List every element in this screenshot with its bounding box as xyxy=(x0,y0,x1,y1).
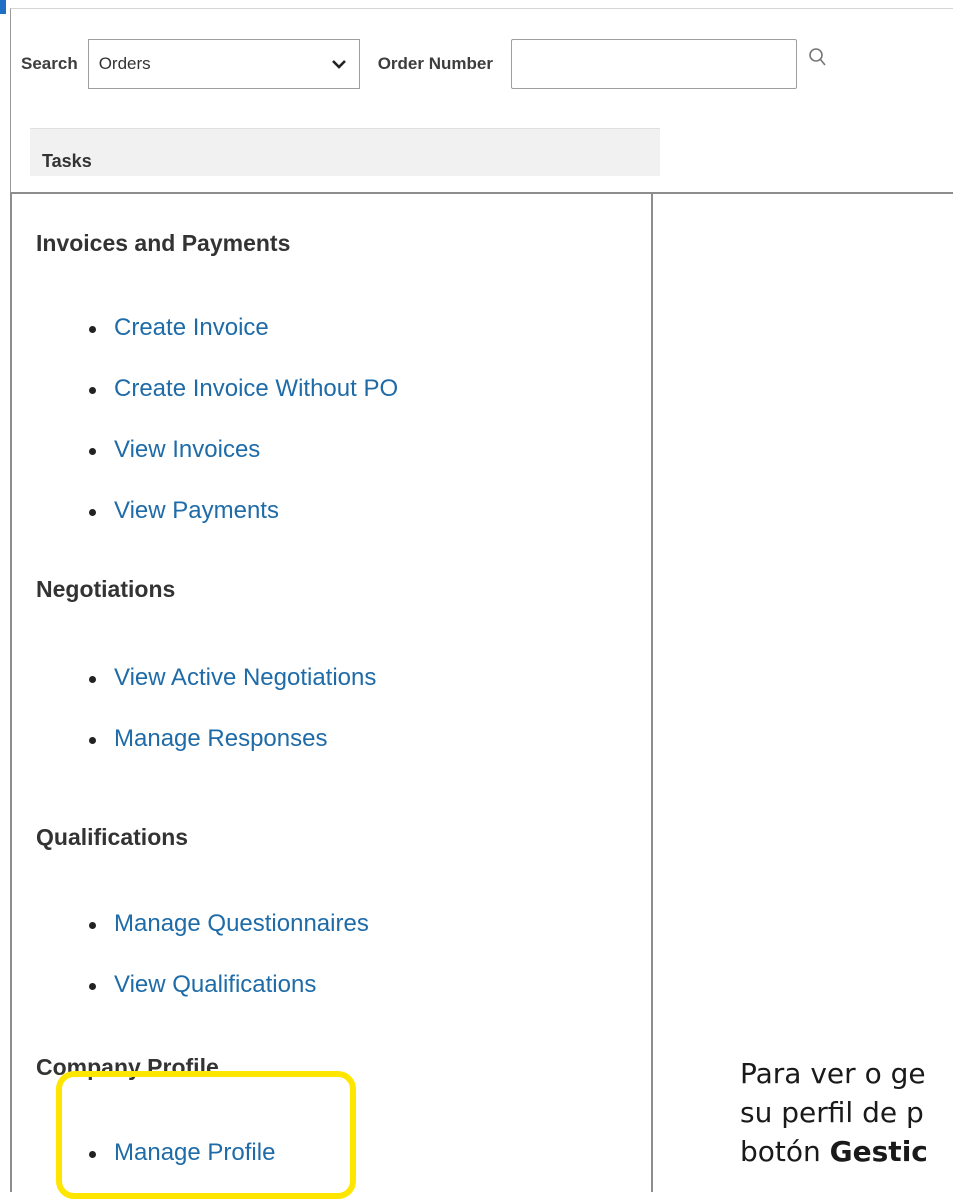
corner-accent xyxy=(0,0,6,14)
link-create-invoice[interactable]: Create Invoice xyxy=(89,314,269,342)
search-bar: Search Orders Order Number xyxy=(21,38,831,90)
bullet xyxy=(89,921,96,929)
link-manage-responses[interactable]: Manage Responses xyxy=(89,725,327,753)
order-number-input[interactable] xyxy=(510,39,797,89)
tasks-tab-label: Tasks xyxy=(42,151,92,171)
link-label: View Qualifications xyxy=(114,971,317,998)
caption-line-2: su perfil de p xyxy=(740,1096,924,1129)
bullet xyxy=(89,386,96,394)
tasks-tab[interactable]: Tasks xyxy=(30,128,660,176)
caption-text: Para ver o ge su perfil de p botón Gesti… xyxy=(740,1054,953,1171)
panel-border-right xyxy=(651,194,653,1192)
section-qualifications: Qualifications xyxy=(36,824,189,850)
caption-line-3: botón Gestic xyxy=(740,1132,953,1171)
section-negotiations: Negotiations xyxy=(36,576,176,602)
caption-line-3-bold: Gestic xyxy=(829,1135,928,1168)
link-label: View Active Negotiations xyxy=(114,664,377,691)
link-view-payments[interactable]: View Payments xyxy=(89,497,279,525)
bullet xyxy=(89,982,96,990)
caption-line-3-prefix: botón xyxy=(740,1135,830,1168)
highlight-box xyxy=(56,1071,356,1199)
link-label: Create Invoice Without PO xyxy=(114,375,399,402)
link-manage-questionnaires[interactable]: Manage Questionnaires xyxy=(89,910,369,938)
caption-line-1: Para ver o ge xyxy=(740,1057,926,1090)
panel-divider xyxy=(10,192,953,194)
link-view-active-negotiations[interactable]: View Active Negotiations xyxy=(89,664,376,692)
link-label: Manage Questionnaires xyxy=(114,910,369,937)
section-invoices-and-payments: Invoices and Payments xyxy=(36,230,291,256)
link-label: View Payments xyxy=(114,497,279,524)
link-label: View Invoices xyxy=(114,436,261,463)
link-create-invoice-without-po[interactable]: Create Invoice Without PO xyxy=(89,375,398,403)
bullet xyxy=(89,508,96,516)
chevron-down-icon xyxy=(331,60,346,69)
search-type-select[interactable]: Orders xyxy=(87,39,360,89)
link-view-qualifications[interactable]: View Qualifications xyxy=(89,971,316,999)
order-number-label: Order Number xyxy=(377,54,493,73)
link-view-invoices[interactable]: View Invoices xyxy=(89,436,260,464)
bullet xyxy=(89,447,96,455)
search-type-value: Orders xyxy=(98,54,151,73)
bullet xyxy=(89,675,96,683)
search-label: Search xyxy=(21,54,78,73)
panel-border-left xyxy=(10,192,12,1192)
link-label: Create Invoice xyxy=(114,314,269,341)
magnifier-icon[interactable] xyxy=(807,46,831,70)
bullet xyxy=(89,325,96,333)
bullet xyxy=(89,736,96,744)
link-label: Manage Responses xyxy=(114,725,328,752)
